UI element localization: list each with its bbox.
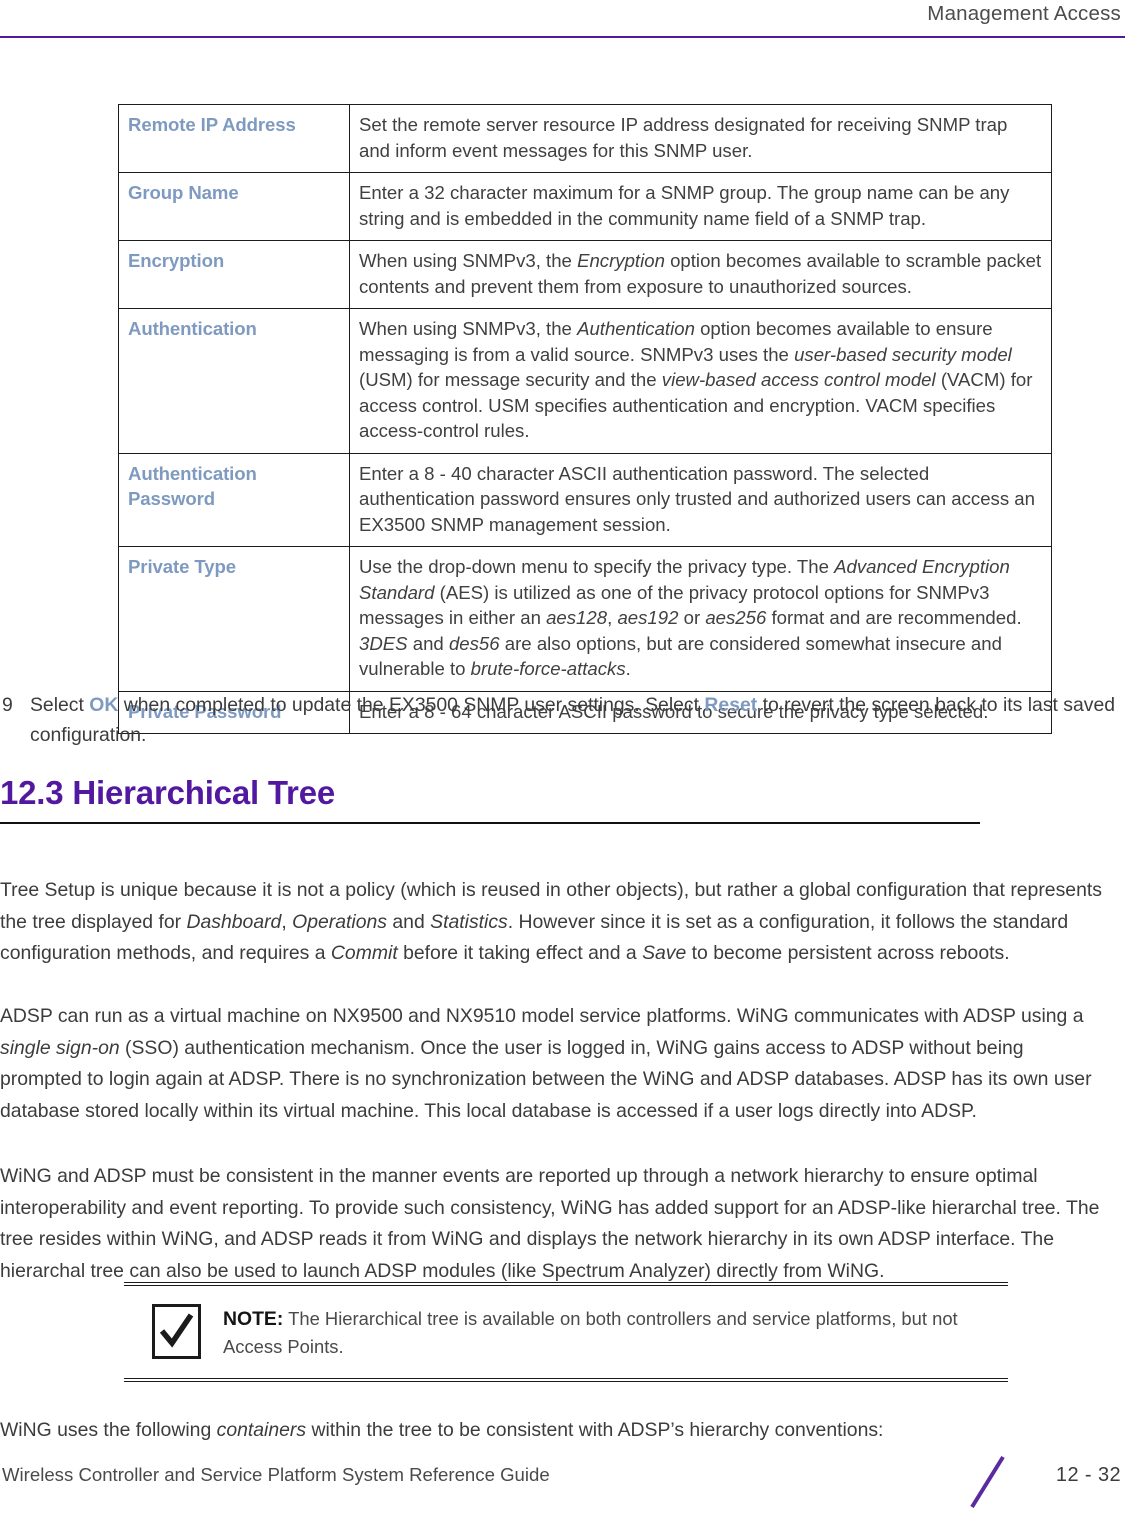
- body-paragraph: ADSP can run as a virtual machine on NX9…: [0, 1005, 1092, 1122]
- footer-page-number: 12 - 32: [1055, 1464, 1121, 1486]
- note-body: NOTE: The Hierarchical tree is available…: [124, 1286, 1008, 1378]
- footer-slash-decoration: [969, 1454, 1007, 1510]
- note-text-wrapper: NOTE: The Hierarchical tree is available…: [223, 1303, 1008, 1360]
- table-row: Private Type Use the drop-down menu to s…: [118, 546, 1052, 692]
- page-header-title: Management Access: [927, 2, 1121, 25]
- param-label: Private Type: [118, 546, 350, 692]
- body-paragraph: Tree Setup is unique because it is not a…: [0, 879, 1102, 965]
- param-description: When using SNMPv3, the Authentication op…: [349, 308, 1052, 454]
- param-label: Authentication: [118, 308, 350, 454]
- footer-guide-title: Wireless Controller and Service Platform…: [2, 1464, 550, 1485]
- table-row: Group Name Enter a 32 character maximum …: [118, 172, 1052, 241]
- param-label: Group Name: [118, 172, 350, 241]
- table-row: Authentication When using SNMPv3, the Au…: [118, 308, 1052, 454]
- table-row: Remote IP Address Set the remote server …: [118, 104, 1052, 173]
- param-label: Remote IP Address: [118, 104, 350, 173]
- body-paragraph: WiNG and ADSP must be consistent in the …: [0, 1165, 1100, 1282]
- snmp-parameter-table: Remote IP Address Set the remote server …: [118, 104, 1052, 734]
- note-bottom-rule: [124, 1378, 1008, 1382]
- table-row: Authentication Password Enter a 8 - 40 c…: [118, 452, 1052, 547]
- section-heading-rule: [0, 822, 980, 824]
- step-number: 9: [2, 694, 13, 716]
- page-header: Management Access: [0, 0, 1125, 46]
- param-description: When using SNMPv3, the Encryption option…: [349, 240, 1052, 309]
- section-heading: 12.3 Hierarchical Tree: [0, 774, 335, 811]
- step-text: Select OK when completed to update the E…: [30, 694, 1116, 746]
- note-label: NOTE:: [223, 1308, 284, 1330]
- table-row: Encryption When using SNMPv3, the Encryp…: [118, 240, 1052, 309]
- note-callout: NOTE: The Hierarchical tree is available…: [124, 1282, 1008, 1382]
- body-paragraph: WiNG uses the following containers withi…: [0, 1419, 884, 1442]
- param-description: Enter a 32 character maximum for a SNMP …: [349, 172, 1052, 241]
- note-message: The Hierarchical tree is available on bo…: [223, 1308, 958, 1357]
- numbered-step-9: 9 Select OK when completed to update the…: [0, 690, 1125, 750]
- param-description: Enter a 8 - 40 character ASCII authentic…: [349, 452, 1052, 547]
- header-divider-rule: [0, 36, 1125, 38]
- param-label: Encryption: [118, 240, 350, 309]
- param-description: Use the drop-down menu to specify the pr…: [349, 546, 1052, 692]
- param-label: Authentication Password: [118, 452, 350, 547]
- page-footer: Wireless Controller and Service Platform…: [0, 1448, 1125, 1518]
- checkmark-icon: [152, 1304, 201, 1359]
- param-description: Set the remote server resource IP addres…: [349, 104, 1052, 173]
- table-body: Remote IP Address Set the remote server …: [118, 104, 1052, 734]
